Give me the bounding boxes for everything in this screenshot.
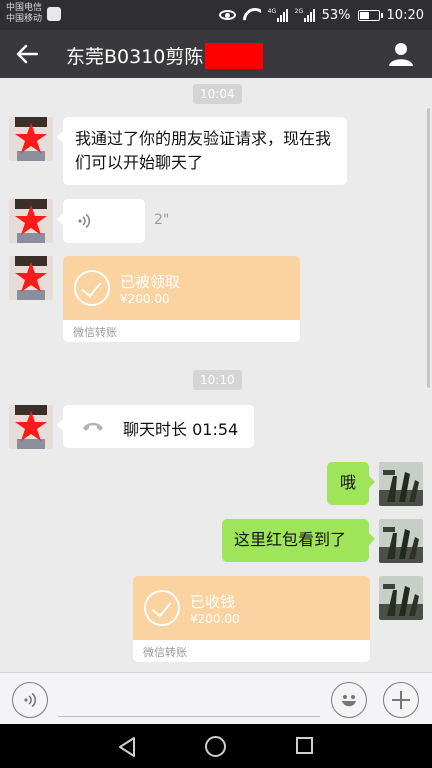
my-avatar[interactable] xyxy=(379,519,423,563)
system-nav-bar xyxy=(0,724,432,768)
friend-avatar[interactable] xyxy=(9,256,53,300)
more-button[interactable] xyxy=(383,682,419,718)
chat-area[interactable]: 10:04 我通过了你的朋友验证请求，现在我们可以开始聊天了 2" 已被领取 ¥… xyxy=(0,78,432,672)
input-bar xyxy=(0,672,432,724)
transfer-card-received[interactable]: 已被领取 ¥200.00 微信转账 xyxy=(63,256,300,342)
contact-info-button[interactable] xyxy=(388,41,414,67)
clock: 10:20 xyxy=(386,7,424,23)
friend-text: 我通过了你的朋友验证请求，现在我们可以开始聊天了 xyxy=(75,129,332,172)
transfer-card-accepted[interactable]: 已收钱 ¥200.00 微信转账 xyxy=(133,576,370,662)
phone-icon xyxy=(83,422,103,431)
signal-icon-2: 2G xyxy=(294,7,315,22)
chat-title-wrap: 东莞B0310剪陈 xyxy=(66,42,264,69)
back-arrow-icon xyxy=(16,44,38,64)
scrollbar[interactable] xyxy=(427,108,430,388)
status-bar: 中国电信 中国移动 4G 2G 53% 10:20 xyxy=(0,0,432,30)
friend-text-message[interactable]: 我通过了你的朋友验证请求，现在我们可以开始聊天了 xyxy=(57,117,347,185)
app-notification-icon xyxy=(47,7,61,21)
my-text: 这里红包看到了 xyxy=(234,530,347,549)
transfer-amount: ¥200.00 xyxy=(120,292,170,306)
message-input[interactable] xyxy=(58,683,320,717)
signal-icon-1: 4G xyxy=(267,7,288,22)
nav-home-icon[interactable] xyxy=(205,736,226,757)
emoji-icon xyxy=(342,695,356,707)
my-text-message[interactable]: 哦 xyxy=(327,462,375,505)
check-circle-icon xyxy=(144,590,180,626)
carrier-info: 中国电信 中国移动 xyxy=(6,3,42,25)
wifi-icon xyxy=(243,8,261,22)
network-type-2: 2G xyxy=(294,7,304,15)
friend-avatar[interactable] xyxy=(9,117,53,161)
voice-duration: 2" xyxy=(154,212,170,228)
nav-back-icon[interactable] xyxy=(116,736,138,758)
transfer-status: 已被领取 xyxy=(120,273,181,291)
carrier-1: 中国电信 xyxy=(6,3,43,13)
redaction-block xyxy=(205,42,264,69)
transfer-label: 微信转账 xyxy=(143,646,187,659)
nav-recent-apps-icon[interactable] xyxy=(296,737,313,754)
check-circle-icon xyxy=(74,270,110,306)
friend-avatar[interactable] xyxy=(9,405,53,449)
plus-icon xyxy=(392,691,410,709)
transfer-label: 微信转账 xyxy=(73,326,117,339)
my-text: 哦 xyxy=(339,473,356,492)
friend-avatar[interactable] xyxy=(9,199,53,243)
timestamp: 10:10 xyxy=(193,370,242,390)
my-text-message[interactable]: 这里红包看到了 xyxy=(222,519,375,562)
battery-icon xyxy=(357,9,383,21)
call-record-message[interactable]: 聊天时长 01:54 xyxy=(57,405,254,448)
battery-percent: 53% xyxy=(321,7,351,23)
voice-wave-icon xyxy=(78,213,91,229)
transfer-status: 已收钱 xyxy=(190,593,236,611)
transfer-amount: ¥200.00 xyxy=(190,612,240,626)
eye-comfort-icon xyxy=(218,10,236,20)
voice-message[interactable] xyxy=(57,199,145,243)
my-avatar[interactable] xyxy=(379,576,423,620)
emoji-button[interactable] xyxy=(331,682,367,718)
person-icon xyxy=(389,43,413,66)
voice-icon xyxy=(24,692,37,708)
chat-header: 东莞B0310剪陈 xyxy=(0,30,432,78)
call-duration-text: 聊天时长 01:54 xyxy=(123,420,239,439)
back-button[interactable] xyxy=(14,42,40,66)
voice-input-button[interactable] xyxy=(12,682,48,718)
timestamp: 10:04 xyxy=(193,84,242,104)
carrier-2: 中国移动 xyxy=(6,14,43,24)
network-type-1: 4G xyxy=(267,7,277,15)
chat-title: 东莞B0310剪陈 xyxy=(66,46,204,68)
my-avatar[interactable] xyxy=(379,462,423,506)
